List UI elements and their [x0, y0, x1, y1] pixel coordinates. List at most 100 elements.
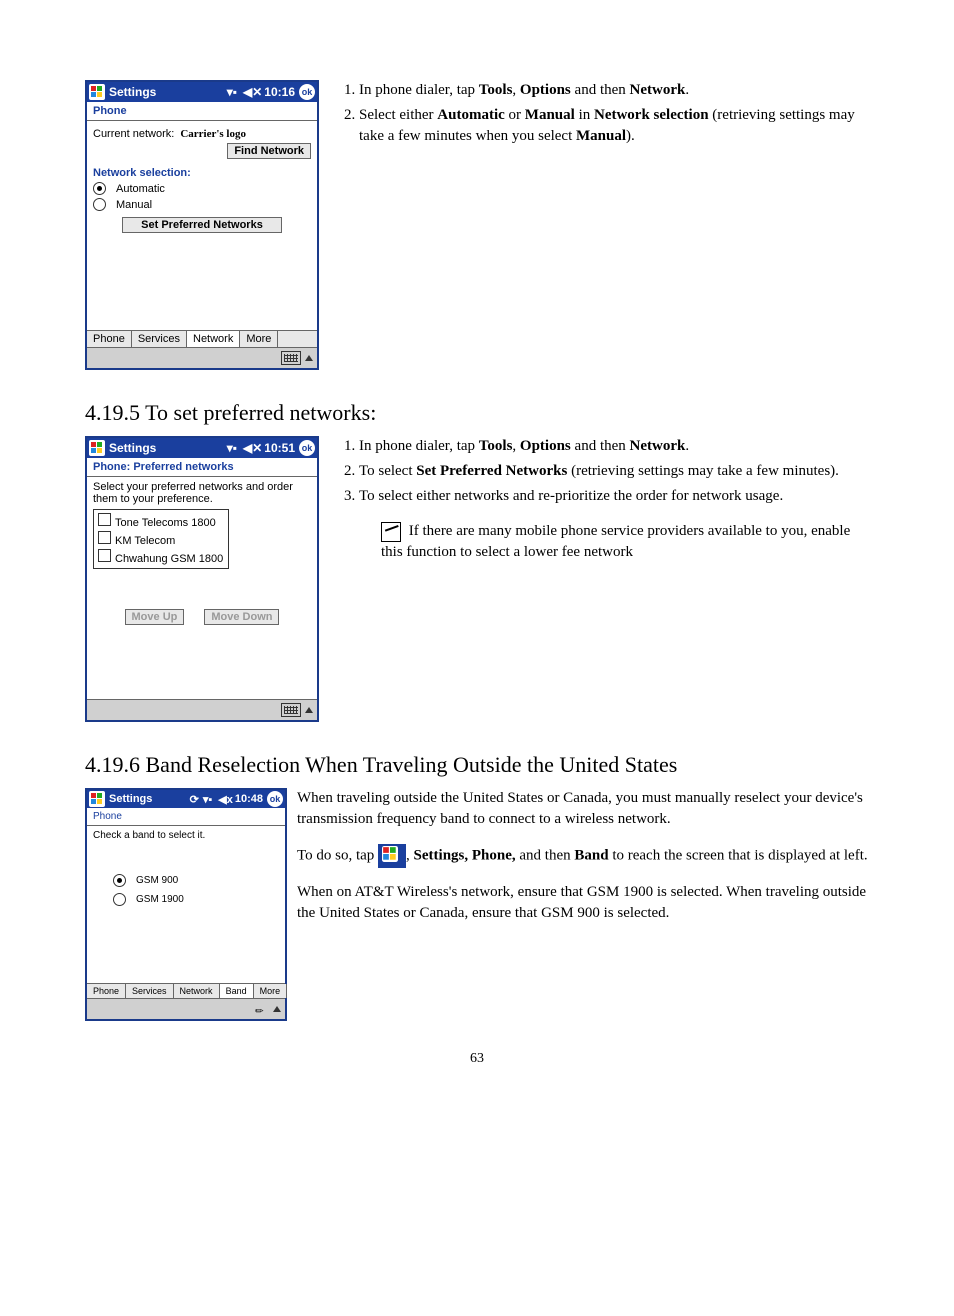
- instruction-1: In phone dialer, tap Tools, Options and …: [359, 80, 869, 101]
- app-header: Phone: [87, 102, 317, 121]
- tab-more[interactable]: More: [254, 984, 288, 998]
- ok-button[interactable]: ok: [299, 440, 315, 456]
- bold-network: Network: [630, 82, 686, 98]
- screen-body: Current network: Carrier's logo Find Net…: [87, 121, 317, 330]
- tab-bar: Phone Services Network More: [87, 330, 317, 347]
- arrow-up-icon[interactable]: [273, 1006, 281, 1012]
- radio-manual[interactable]: [93, 198, 106, 211]
- paragraph-1: When traveling outside the United States…: [297, 788, 869, 830]
- titlebar: Settings ▾▪ ◀✕ 10:51 ok: [87, 438, 317, 458]
- speaker-icon: ◀✕: [243, 441, 262, 455]
- instructions-list-1: In phone dialer, tap Tools, Options and …: [337, 80, 869, 151]
- section-preferred-networks: Settings ▾▪ ◀✕ 10:51 ok Phone: Preferred…: [85, 436, 869, 722]
- text: and then: [519, 847, 574, 863]
- keyboard-icon[interactable]: [281, 351, 301, 365]
- tab-phone[interactable]: Phone: [87, 331, 132, 347]
- network-item[interactable]: Tone Telecoms 1800: [115, 517, 216, 529]
- ok-button[interactable]: ok: [267, 791, 283, 807]
- paragraph-3: When on AT&T Wireless's network, ensure …: [297, 882, 869, 924]
- tab-services[interactable]: Services: [132, 331, 187, 347]
- clock: 10:51: [264, 441, 295, 455]
- section-network-selection: Settings ▾▪ ◀✕ 10:16 ok Phone Current ne…: [85, 80, 869, 370]
- bold-manual: Manual: [525, 107, 575, 123]
- section-band-reselection: Settings ⟳ ▾▪ ◀x 10:48 ok Phone Check a …: [85, 788, 869, 1021]
- titlebar-text: Settings: [109, 441, 156, 455]
- screen-body: Check a band to select it. GSM 900 GSM 1…: [87, 826, 285, 983]
- bold-automatic: Automatic: [437, 107, 505, 123]
- current-network-label: Current network:: [93, 128, 174, 140]
- bold-network: Network: [630, 438, 686, 454]
- text: Select either: [359, 107, 437, 123]
- radio-gsm900[interactable]: [113, 874, 126, 887]
- bottom-bar: [87, 699, 317, 720]
- bold-tools: Tools: [479, 438, 513, 454]
- text: In phone dialer, tap: [359, 438, 479, 454]
- checkbox[interactable]: [98, 513, 111, 526]
- carrier-logo-text: Carrier's logo: [180, 128, 246, 140]
- bold-set-preferred: Set Preferred Networks: [416, 463, 571, 479]
- arrow-up-icon[interactable]: [305, 355, 313, 361]
- ok-button[interactable]: ok: [299, 84, 315, 100]
- tab-phone[interactable]: Phone: [87, 984, 126, 998]
- start-icon: [89, 791, 105, 807]
- bold-options: Options: [520, 438, 571, 454]
- mute-icon: ◀x: [218, 793, 233, 806]
- radio-automatic[interactable]: [93, 182, 106, 195]
- tab-bar: Phone Services Network Band More: [87, 983, 285, 998]
- start-icon-inline: [378, 844, 406, 868]
- bold-tools: Tools: [479, 82, 513, 98]
- text: To select: [359, 463, 416, 479]
- titlebar: Settings ▾▪ ◀✕ 10:16 ok: [87, 82, 317, 102]
- start-icon: [89, 440, 105, 456]
- text: .: [685, 438, 689, 454]
- text: and then: [571, 438, 630, 454]
- checkbox[interactable]: [98, 531, 111, 544]
- checkbox[interactable]: [98, 549, 111, 562]
- radio-gsm900-label: GSM 900: [136, 875, 178, 886]
- app-header: Phone: Preferred networks: [87, 458, 317, 477]
- radio-gsm1900[interactable]: [113, 893, 126, 906]
- text: ).: [626, 128, 635, 144]
- keyboard-icon[interactable]: [281, 703, 301, 717]
- phone-screenshot-3: Settings ⟳ ▾▪ ◀x 10:48 ok Phone Check a …: [85, 788, 287, 1021]
- move-up-button[interactable]: Move Up: [125, 609, 185, 625]
- text: and then: [571, 82, 630, 98]
- set-preferred-networks-button[interactable]: Set Preferred Networks: [122, 217, 282, 233]
- tab-network[interactable]: Network: [187, 331, 240, 347]
- signal-icon: ▾▪: [227, 441, 237, 455]
- signal-icon: ▾▪: [227, 85, 237, 99]
- speaker-icon: ◀✕: [243, 85, 262, 99]
- radio-automatic-label: Automatic: [116, 183, 165, 195]
- instruction-text: Select your preferred networks and order…: [93, 481, 311, 505]
- tab-band[interactable]: Band: [220, 984, 254, 998]
- instruction-text: Check a band to select it.: [93, 830, 279, 841]
- text: In phone dialer, tap: [359, 82, 479, 98]
- text: ,: [512, 82, 520, 98]
- note-box: If there are many mobile phone service p…: [359, 521, 869, 563]
- bottom-bar: [87, 347, 317, 368]
- network-selection-label: Network selection:: [93, 167, 311, 179]
- find-network-button[interactable]: Find Network: [227, 143, 311, 159]
- clock: 10:48: [235, 793, 263, 805]
- note-icon: [381, 522, 401, 542]
- pencil-icon[interactable]: ✎: [253, 1000, 271, 1018]
- phone-screenshot-2: Settings ▾▪ ◀✕ 10:51 ok Phone: Preferred…: [85, 436, 319, 722]
- network-item[interactable]: Chwahung GSM 1800: [115, 553, 223, 565]
- sync-icon: ⟳: [190, 793, 199, 806]
- move-down-button[interactable]: Move Down: [204, 609, 279, 625]
- text: in: [575, 107, 594, 123]
- tab-network[interactable]: Network: [174, 984, 220, 998]
- instruction-1: In phone dialer, tap Tools, Options and …: [359, 436, 869, 457]
- text: (retrieving settings may take a few minu…: [571, 463, 839, 479]
- tab-more[interactable]: More: [240, 331, 278, 347]
- heading-preferred-networks: 4.19.5 To set preferred networks:: [85, 400, 869, 426]
- text: .: [685, 82, 689, 98]
- text-column-3: When traveling outside the United States…: [297, 788, 869, 938]
- text: ,: [512, 438, 520, 454]
- arrow-up-icon[interactable]: [305, 707, 313, 713]
- phone-screenshot-1: Settings ▾▪ ◀✕ 10:16 ok Phone Current ne…: [85, 80, 319, 370]
- network-item[interactable]: KM Telecom: [115, 535, 175, 547]
- tab-services[interactable]: Services: [126, 984, 174, 998]
- signal-icon: ▾▪: [203, 793, 212, 806]
- bold-manual2: Manual: [576, 128, 626, 144]
